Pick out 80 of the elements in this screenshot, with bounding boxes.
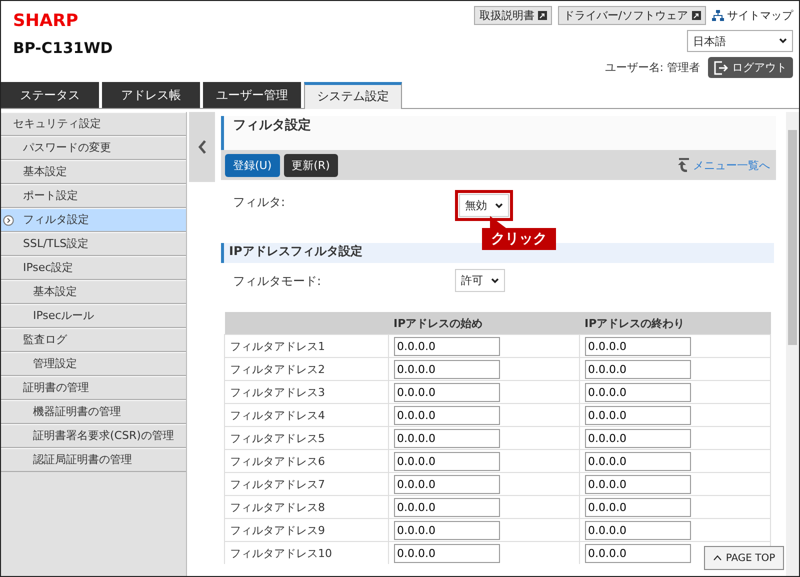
page-top-button[interactable]: PAGE TOP [704,546,784,570]
row-label: フィルタアドレス6 [230,454,325,468]
manual-link[interactable]: ドライバー/ソフトウェア [558,6,706,25]
sidebar-item[interactable]: 認証局証明書の管理 [1,448,186,472]
row-label: フィルタアドレス1 [230,340,325,352]
input-field[interactable]: 0.0.0.0 [585,452,691,470]
input-field[interactable]: 0.0.0.0 [585,520,691,540]
sidebar-item[interactable]: ポート設定 [1,184,186,208]
row-label: フィルタアドレス8 [230,500,325,514]
logout-button[interactable]: ログアウト [708,57,793,78]
logo: SHARP [13,11,78,31]
input-field[interactable]: 0.0.0.0 [394,336,500,356]
filter-mode-label: フィルタモード: [233,273,322,290]
manual-link[interactable]: 取扱説明書 [474,6,552,25]
input-field[interactable]: 0.0.0.0 [394,474,500,494]
chevron-down-icon [491,278,499,284]
sidebar-item[interactable]: 証明書署名要求(CSR)の管理 [1,424,186,448]
row-label: フィルタアドレス10 [230,546,332,560]
input-field[interactable]: 0.0.0.0 [394,360,500,378]
sidebar-item[interactable]: 基本設定 [1,160,186,184]
input-field[interactable]: 0.0.0.0 [585,474,691,494]
page-title: フィルタ設定 [221,116,776,150]
sidebar-item[interactable]: 証明書の管理 [1,376,186,400]
input-field[interactable]: 0.0.0.0 [585,544,691,562]
input-field[interactable]: 0.0.0.0 [394,382,500,402]
input-field[interactable]: 0.0.0.0 [585,406,691,424]
sidebar-item[interactable]: IPsecルール [1,304,186,328]
row-label: フィルタアドレス3 [230,386,325,398]
sidebar-item[interactable]: パスワードの変更 [1,136,186,160]
tab[interactable]: アドレス帳 [102,82,200,108]
row-label: フィルタアドレス5 [230,432,325,444]
update-button[interactable]: 更新(R) [284,154,338,176]
input-field[interactable]: 0.0.0.0 [585,382,691,402]
sidebar-item[interactable]: フィルタ設定 [1,208,186,232]
input-field[interactable]: 0.0.0.0 [394,520,500,540]
return-arrow-icon [677,158,691,172]
sidebar-item[interactable]: 監査ログ [1,328,186,352]
language-dropdown[interactable]: 日本語 [687,30,793,52]
external-link-icon [538,11,548,20]
row-label: フィルタアドレス4 [230,408,325,422]
logout-icon [714,60,728,74]
input-field[interactable]: 0.0.0.0 [585,498,691,516]
row-label: フィルタアドレス7 [230,478,325,490]
register-button[interactable]: 登録(U) [225,154,280,176]
input-field[interactable]: 0.0.0.0 [585,428,691,448]
tab[interactable]: ユーザー管理 [203,82,301,108]
tab[interactable]: システム設定 [304,82,402,109]
sidebar-item[interactable]: 基本設定 [1,280,186,304]
chevron-left-icon [198,140,206,154]
tab[interactable]: ステータス [1,82,99,108]
collapse-button[interactable] [189,112,215,182]
model-name: BP-C131WD [13,39,113,57]
sidebar-item[interactable]: SSL/TLS設定 [1,232,186,256]
external-link-icon [692,11,701,20]
dropdown[interactable]: 許可 [455,269,505,292]
input-field[interactable]: 0.0.0.0 [585,336,691,356]
input-field[interactable]: 0.0.0.0 [585,360,691,378]
filter-label: フィルタ: [233,194,286,211]
column-header: IPアドレスの始め [388,312,580,334]
caret-up-icon [712,555,722,561]
sidebar-item[interactable]: 機器証明書の管理 [1,400,186,424]
sidebar-item[interactable]: 管理設定 [1,352,186,376]
sidebar-item[interactable]: IPsec設定 [1,256,186,280]
input-field[interactable]: 0.0.0.0 [394,498,500,516]
column-header: IPアドレスの終わり [580,312,770,334]
chevron-down-icon [495,202,503,208]
input-field[interactable]: 0.0.0.0 [394,406,500,424]
input-field[interactable]: 0.0.0.0 [394,428,500,448]
row-label: フィルタアドレス2 [230,362,325,376]
row-label: フィルタアドレス9 [230,524,325,536]
sitemap-icon [712,10,724,21]
input-field[interactable]: 0.0.0.0 [394,544,500,562]
sitemap-link[interactable]: サイトマップ [712,8,793,23]
chevron-right-icon [3,215,14,226]
sidebar-item[interactable]: セキュリティ設定 [1,112,186,136]
chevron-down-icon [779,38,787,44]
input-field[interactable]: 0.0.0.0 [394,452,500,470]
user-label: ユーザー名: 管理者 [604,60,700,75]
dropdown[interactable]: 無効 [459,194,509,217]
scrollbar[interactable] [786,112,799,576]
